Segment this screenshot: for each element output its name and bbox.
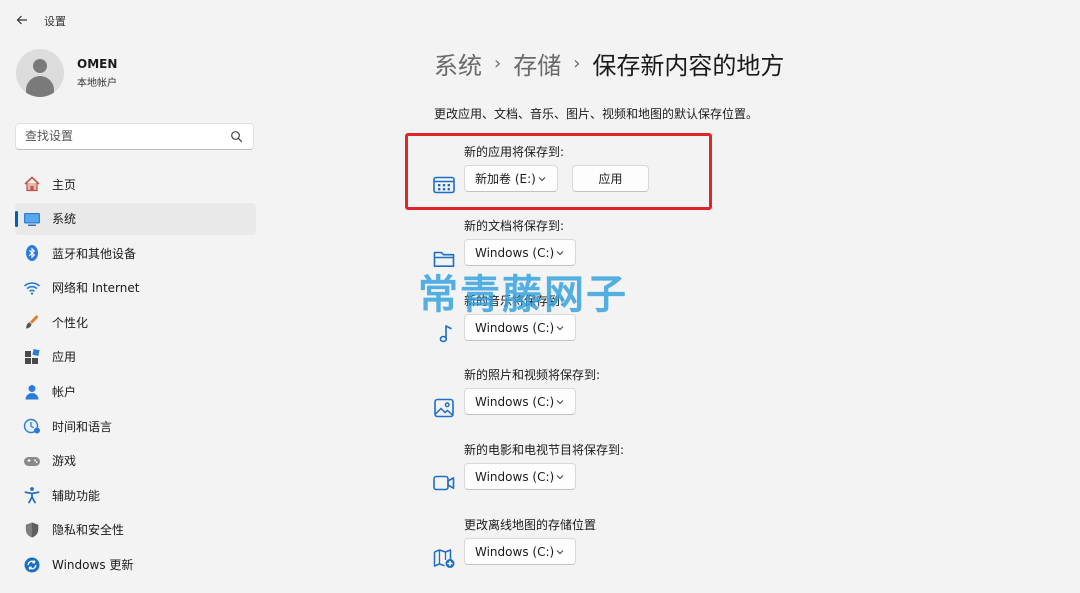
shield-icon: [23, 521, 41, 539]
sidebar-item-privacy[interactable]: 隐私和安全性: [15, 514, 256, 546]
breadcrumb-storage[interactable]: 存储: [513, 46, 561, 81]
search-box[interactable]: [15, 123, 254, 150]
map-icon: [432, 547, 456, 569]
gamepad-icon: [23, 452, 41, 470]
title-bar: 设置: [0, 0, 1080, 40]
location-row-offline-maps: 更改离线地图的存储位置 Windows (C:): [430, 516, 710, 586]
watermark-text: 常青藤网子: [418, 272, 628, 318]
search-icon[interactable]: [230, 130, 244, 144]
sidebar-item-label: 主页: [52, 177, 77, 192]
page-description: 更改应用、文档、音乐、图片、视频和地图的默认保存位置。: [434, 107, 759, 121]
sidebar-item-accessibility[interactable]: 辅助功能: [15, 479, 256, 511]
windows-update-icon: [23, 556, 41, 574]
chevron-down-icon: [556, 251, 564, 256]
avatar-body: [26, 76, 54, 97]
app-title: 设置: [44, 15, 66, 28]
apps-icon: [23, 348, 41, 366]
bluetooth-icon: [23, 244, 41, 262]
breadcrumb: 系统 › 存储 › 保存新内容的地方: [434, 46, 784, 81]
sidebar-item-label: 应用: [52, 350, 77, 365]
dropdown-value: Windows (C:): [475, 544, 555, 559]
sidebar-item-gaming[interactable]: 游戏: [15, 445, 256, 477]
chevron-right-icon: ›: [494, 53, 502, 74]
video-camera-icon: [432, 472, 456, 494]
movies-location-dropdown[interactable]: Windows (C:): [464, 463, 576, 490]
sidebar-item-system[interactable]: 系统: [15, 202, 256, 235]
home-icon: [23, 175, 41, 193]
search-input[interactable]: [25, 129, 225, 143]
time-language-icon: [23, 417, 41, 435]
sidebar-item-apps[interactable]: 应用: [15, 341, 256, 373]
chevron-down-icon: [556, 475, 564, 480]
system-icon: [23, 210, 41, 228]
location-label: 新的照片和视频将保存到:: [464, 368, 601, 382]
dropdown-value: Windows (C:): [475, 394, 555, 409]
dropdown-value: Windows (C:): [475, 320, 555, 335]
location-label: 更改离线地图的存储位置: [464, 518, 597, 532]
location-row-movies: 新的电影和电视节目将保存到: Windows (C:): [430, 441, 710, 511]
sidebar-item-personalization[interactable]: 个性化: [15, 306, 256, 338]
user-profile[interactable]: OMEN 本地帐户: [16, 49, 117, 97]
sidebar-item-windows-update[interactable]: Windows 更新: [15, 549, 256, 581]
page-title: 保存新内容的地方: [592, 52, 785, 80]
sidebar-item-label: 辅助功能: [52, 488, 101, 503]
sidebar-item-bluetooth[interactable]: 蓝牙和其他设备: [15, 237, 256, 269]
chevron-down-icon: [556, 550, 564, 555]
dropdown-value: Windows (C:): [475, 245, 555, 260]
location-row-photos: 新的照片和视频将保存到: Windows (C:): [430, 366, 710, 436]
sidebar-item-label: 系统: [52, 212, 77, 227]
brush-icon: [23, 313, 41, 331]
account-icon: [23, 383, 41, 401]
accessibility-icon: [23, 486, 41, 504]
sidebar-item-network[interactable]: 网络和 Internet: [15, 272, 256, 304]
picture-icon: [432, 397, 456, 419]
music-note-icon: [432, 323, 456, 345]
sidebar-item-label: 时间和语言: [52, 419, 113, 434]
annotation-highlight-box: [405, 133, 712, 210]
sidebar-item-label: 个性化: [52, 315, 89, 330]
avatar: [16, 49, 64, 97]
sidebar-item-label: 游戏: [52, 454, 77, 469]
sidebar-item-label: 网络和 Internet: [52, 281, 140, 296]
back-button[interactable]: [12, 10, 32, 30]
dropdown-value: Windows (C:): [475, 469, 555, 484]
offline-maps-location-dropdown[interactable]: Windows (C:): [464, 538, 576, 565]
avatar-head: [33, 59, 47, 73]
profile-account-type: 本地帐户: [77, 78, 117, 89]
sidebar-item-accounts[interactable]: 帐户: [15, 376, 256, 408]
sidebar-item-label: 帐户: [52, 385, 77, 400]
sidebar-item-time-language[interactable]: 时间和语言: [15, 410, 256, 442]
sidebar-item-label: 隐私和安全性: [52, 523, 125, 538]
chevron-right-icon: ›: [573, 53, 581, 74]
back-arrow-icon: [16, 15, 27, 25]
chevron-down-icon: [556, 400, 564, 405]
breadcrumb-system[interactable]: 系统: [434, 46, 482, 81]
wifi-icon: [23, 279, 41, 297]
sidebar-item-home[interactable]: 主页: [15, 168, 256, 200]
sidebar-item-label: 蓝牙和其他设备: [52, 246, 137, 261]
photos-location-dropdown[interactable]: Windows (C:): [464, 388, 576, 415]
sidebar-nav: 主页 系统 蓝牙和其他设备 网络和 Internet 个性化 应用 帐户 时间和…: [15, 168, 256, 583]
location-label: 新的电影和电视节目将保存到:: [464, 443, 625, 457]
profile-name: OMEN: [77, 57, 118, 71]
sidebar-item-label: Windows 更新: [52, 558, 134, 573]
sidebar: OMEN 本地帐户 主页 系统 蓝牙和其他设备: [0, 40, 270, 593]
location-label: 新的文档将保存到:: [464, 219, 565, 233]
chevron-down-icon: [556, 326, 564, 331]
